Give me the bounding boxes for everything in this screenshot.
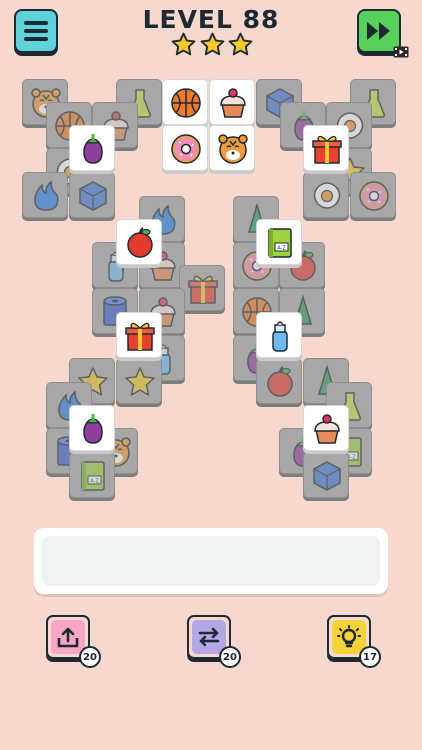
fast-forward-icon — [367, 22, 390, 40]
apple-icon — [267, 366, 293, 397]
cupcake-icon — [314, 414, 340, 444]
gift-icon — [188, 275, 218, 304]
star-rating — [171, 32, 253, 57]
tile-basketball[interactable] — [162, 79, 208, 125]
tile-donut — [350, 172, 396, 218]
eggplant-icon — [83, 134, 103, 164]
lightbulb-icon — [337, 625, 361, 648]
star-icon — [228, 32, 253, 56]
undo-count-badge: 20 — [79, 646, 101, 668]
undo-arrow-icon — [57, 627, 79, 648]
tile-gift — [179, 265, 225, 311]
tile-book: A-Z — [69, 452, 115, 498]
svg-text:A-Z: A-Z — [277, 246, 286, 252]
tile-cube — [303, 452, 349, 498]
book-icon: A-Z — [81, 461, 105, 491]
tile-gift[interactable] — [303, 125, 349, 171]
cupcake-icon — [220, 88, 246, 118]
book-icon: A-Z — [268, 228, 292, 258]
tile-apple — [256, 358, 302, 404]
tile-fried-egg — [303, 172, 349, 218]
basketball-icon — [171, 88, 201, 118]
tile-apple[interactable] — [116, 219, 162, 265]
apple-icon — [127, 227, 153, 258]
tile-gift[interactable] — [116, 312, 162, 358]
star-icon — [200, 32, 224, 56]
tile-cupcake[interactable] — [303, 405, 349, 451]
tile-cupcake[interactable] — [209, 79, 255, 125]
tile-star — [116, 358, 162, 404]
gift-icon — [125, 322, 155, 351]
bottle-icon — [272, 321, 288, 352]
tile-donut[interactable] — [162, 125, 208, 171]
fire-icon — [34, 180, 59, 211]
svg-text:A-Z: A-Z — [90, 479, 99, 485]
cube-icon — [313, 461, 341, 491]
star-icon — [171, 32, 196, 56]
tile-bottle[interactable] — [256, 312, 302, 358]
video-ad-icon — [393, 46, 409, 58]
gift-icon — [312, 135, 342, 164]
donut-icon — [359, 181, 389, 211]
tile-tiger[interactable] — [209, 125, 255, 171]
star-icon — [125, 367, 155, 396]
tile-eggplant[interactable] — [69, 405, 115, 451]
fried-egg-icon — [313, 182, 341, 209]
tile-eggplant[interactable] — [69, 125, 115, 171]
cube-icon — [79, 181, 107, 211]
tile-tray — [34, 528, 388, 594]
tile-book[interactable]: A-Z — [256, 219, 302, 265]
tile-cube — [69, 172, 115, 218]
shuffle-arrows-icon — [198, 627, 220, 647]
hint-count-badge: 17 — [359, 646, 381, 668]
donut-icon — [171, 134, 201, 164]
tray-slots — [42, 536, 380, 586]
tiger-icon — [218, 134, 248, 164]
shuffle-count-badge: 20 — [219, 646, 241, 668]
eggplant-icon — [83, 414, 103, 444]
tile-fire — [22, 172, 68, 218]
